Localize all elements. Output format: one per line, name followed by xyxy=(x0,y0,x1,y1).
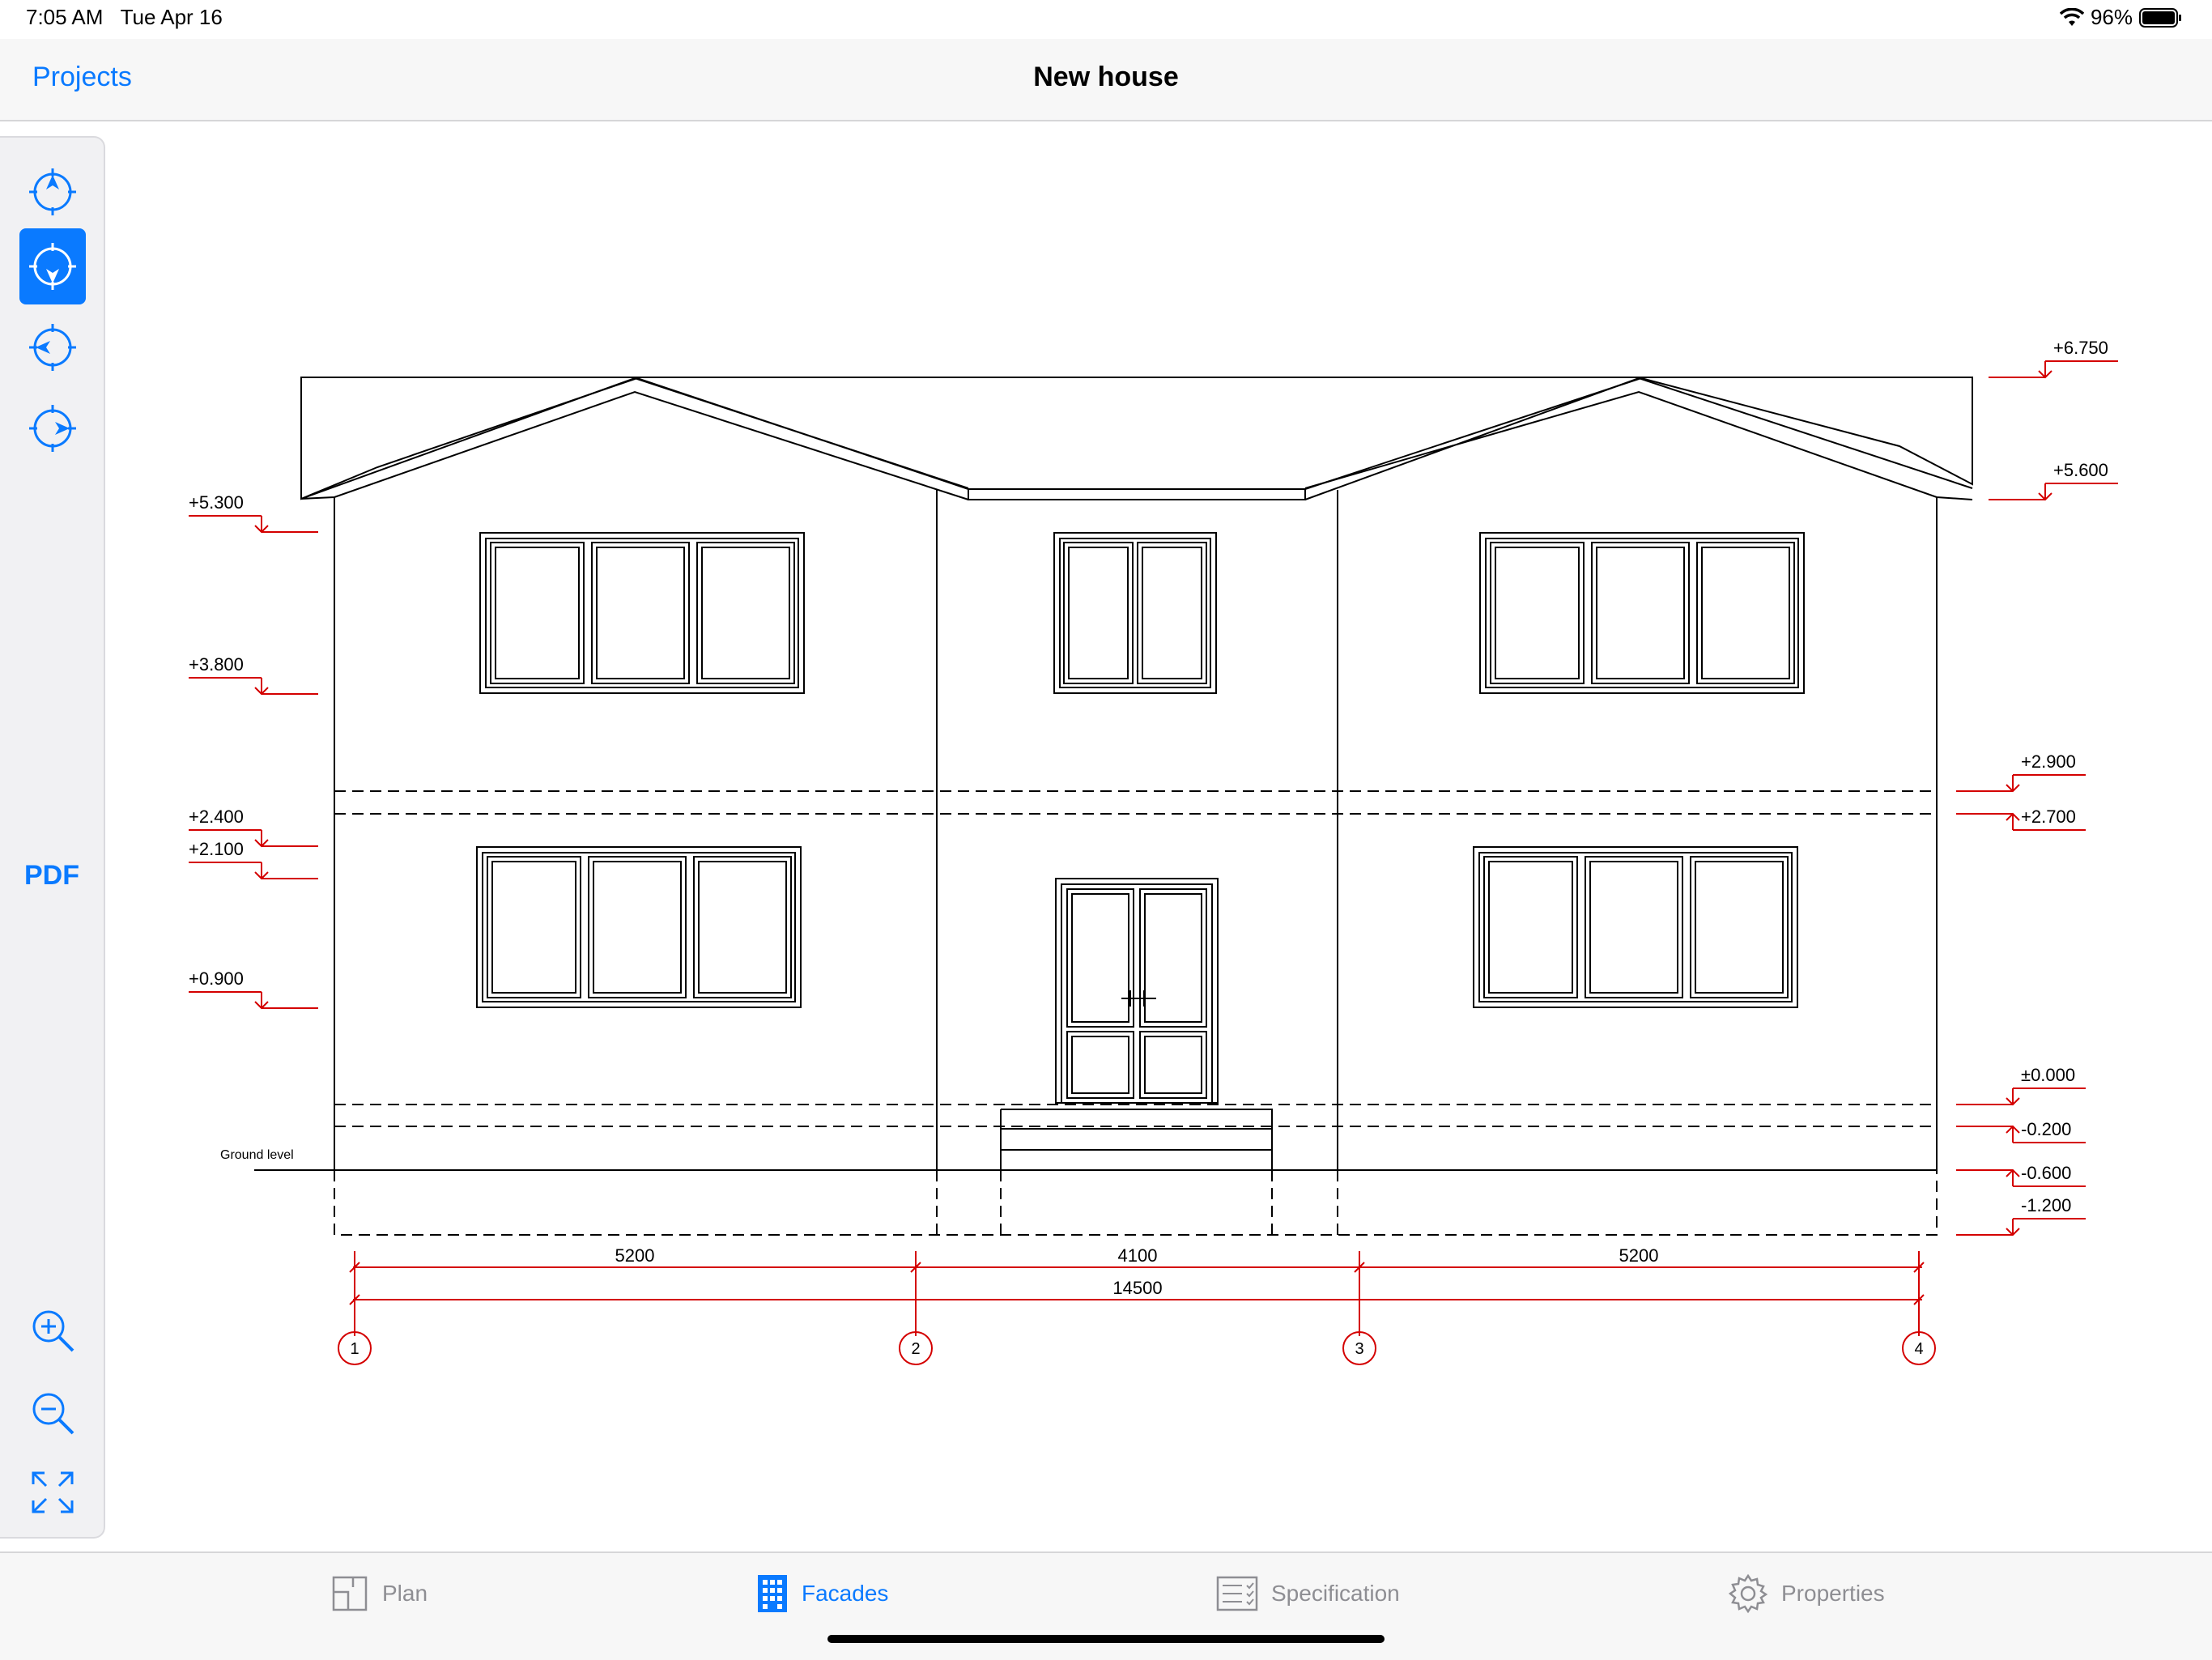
tab-label: Facades xyxy=(802,1581,889,1606)
level-label: +5.300 xyxy=(189,492,244,513)
dimension-label: 5200 xyxy=(615,1245,655,1266)
specification-icon xyxy=(1216,1576,1258,1611)
status-bar: 7:05 AM Tue Apr 16 96% xyxy=(0,0,2212,39)
tab-label: Properties xyxy=(1781,1581,1885,1606)
entrance-door xyxy=(1055,878,1219,1104)
level-label: -1.200 xyxy=(2021,1195,2071,1215)
dimension-label: 4100 xyxy=(1118,1245,1158,1266)
level-label: +2.700 xyxy=(2021,807,2076,827)
tab-facades[interactable]: Facades xyxy=(756,1569,888,1618)
tab-properties[interactable]: Properties xyxy=(1728,1569,1885,1618)
right-level-labels: +6.750 +5.600 +2.900 +2.700 ±0.000 -0.20… xyxy=(2021,338,2108,1215)
date-text: Tue Apr 16 xyxy=(120,5,223,29)
left-level-labels: +5.300 +3.800 +2.400 +2.100 +0.900 xyxy=(189,492,244,989)
left-level-markers xyxy=(189,515,318,1010)
level-label: +0.900 xyxy=(189,968,244,989)
wifi-icon xyxy=(2059,7,2084,26)
navigation-bar: Projects New house xyxy=(0,39,2212,121)
level-label: -0.600 xyxy=(2021,1163,2071,1183)
level-label: +2.900 xyxy=(2021,751,2076,772)
status-right: 96% xyxy=(2059,5,2183,30)
dashed-floor-lines xyxy=(334,790,1938,1236)
facade-drawing[interactable]: +5.300 +3.800 +2.400 +2.100 +0.900 Groun… xyxy=(0,121,2212,1550)
level-label: +2.100 xyxy=(189,839,244,859)
window-upper-centre xyxy=(1053,532,1217,694)
ground-level-label: Ground level xyxy=(220,1148,294,1162)
page-title: New house xyxy=(1033,62,1179,92)
level-label: +6.750 xyxy=(2053,338,2108,358)
step-outline xyxy=(1000,1109,1273,1170)
windows xyxy=(476,532,1805,1104)
axis-label: 3 xyxy=(1355,1340,1363,1358)
home-indicator[interactable] xyxy=(827,1635,1385,1643)
dimension-label: 5200 xyxy=(1619,1245,1659,1266)
window-lower-right xyxy=(1473,846,1798,1008)
tab-specification[interactable]: Specification xyxy=(1216,1569,1400,1618)
gear-icon xyxy=(1728,1573,1768,1614)
clock-text: 7:05 AM xyxy=(26,5,104,29)
tab-plan[interactable]: Plan xyxy=(330,1569,428,1618)
level-label: -0.200 xyxy=(2021,1119,2071,1139)
axis-label: 2 xyxy=(911,1340,920,1358)
right-level-markers xyxy=(1956,360,2118,1236)
battery-icon xyxy=(2139,7,2181,28)
plan-icon xyxy=(332,1576,368,1611)
dimension-labels: 5200 4100 5200 14500 xyxy=(615,1245,1659,1298)
status-time: 7:05 AM Tue Apr 16 xyxy=(26,5,223,30)
total-dimension-label: 14500 xyxy=(1112,1278,1162,1298)
dimension-lines xyxy=(338,1251,1936,1365)
window-upper-left xyxy=(479,532,805,694)
roof-outline xyxy=(300,377,1973,500)
tab-bar: Plan Facades Specification Properties xyxy=(0,1551,2212,1660)
axis-label: 1 xyxy=(350,1340,359,1358)
axis-labels: 1 2 3 4 xyxy=(350,1340,1923,1358)
level-label: +2.400 xyxy=(189,807,244,827)
tab-label: Specification xyxy=(1271,1581,1400,1606)
tab-label: Plan xyxy=(382,1581,428,1606)
window-lower-left xyxy=(476,846,802,1008)
level-label: +3.800 xyxy=(189,654,244,675)
roof-left-gable xyxy=(300,377,969,500)
battery-percent: 96% xyxy=(2090,5,2133,29)
level-label: ±0.000 xyxy=(2021,1065,2075,1085)
window-upper-right xyxy=(1479,532,1805,694)
facades-icon xyxy=(758,1575,787,1612)
axis-label: 4 xyxy=(1914,1340,1923,1358)
level-label: +5.600 xyxy=(2053,460,2108,480)
